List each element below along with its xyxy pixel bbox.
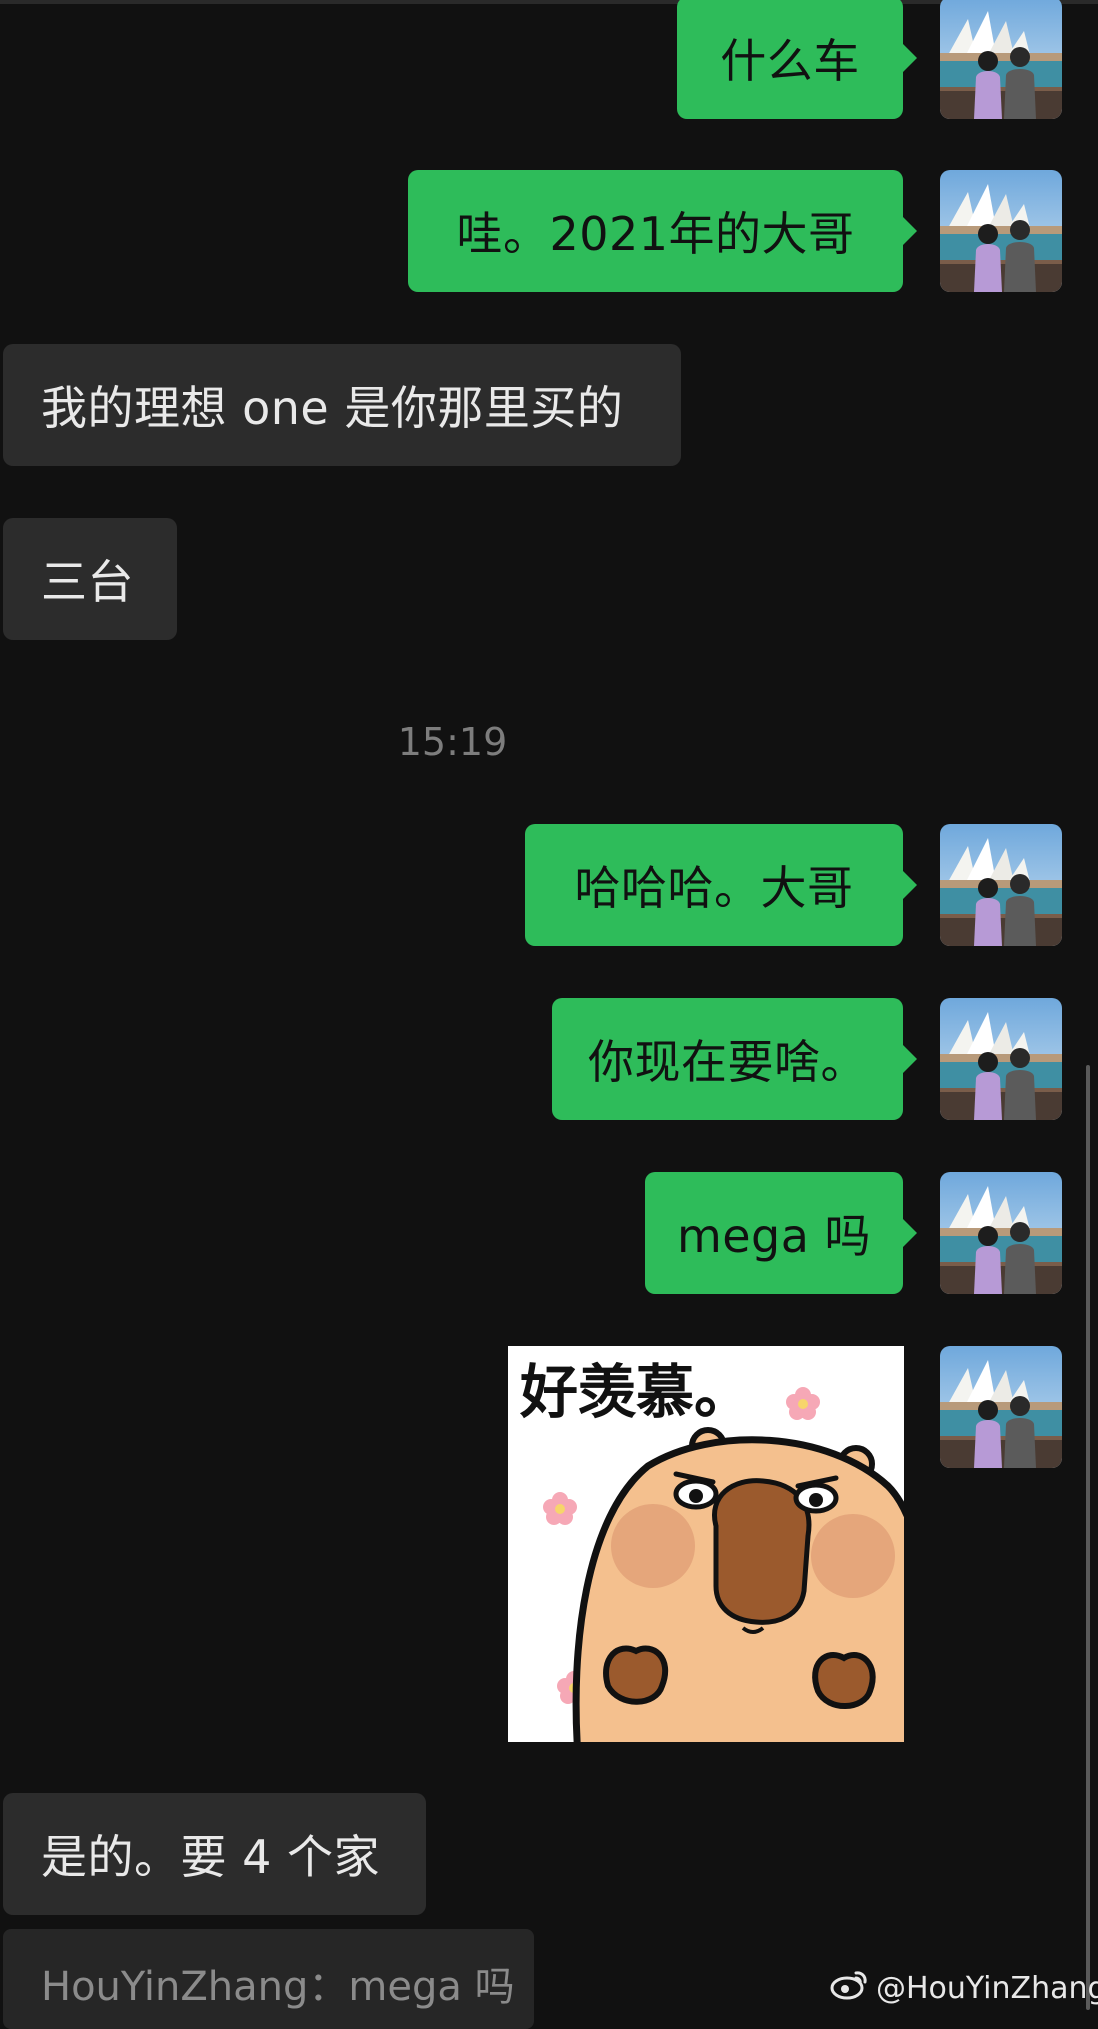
message-text: 是的。要 4 个家: [41, 1830, 381, 1884]
message-bubble-incoming[interactable]: 三台: [3, 518, 177, 640]
watermark: @HouYinZhang: [830, 1968, 1098, 2008]
sticker-caption: 好羡慕。: [519, 1358, 752, 1426]
message-text: 哇。2021年的大哥: [456, 207, 855, 261]
message-text: 三台: [41, 555, 134, 609]
top-divider: [0, 0, 1098, 4]
avatar[interactable]: [940, 0, 1062, 119]
message-text: mega 吗: [676, 1209, 872, 1263]
message-bubble-incoming[interactable]: 我的理想 one 是你那里买的: [3, 344, 681, 466]
message-text: 哈哈哈。大哥: [574, 861, 854, 915]
avatar[interactable]: [940, 1172, 1062, 1294]
avatar[interactable]: [940, 824, 1062, 946]
avatar[interactable]: [940, 998, 1062, 1120]
message-text: 你现在要啥。: [588, 1035, 867, 1089]
message-bubble-outgoing[interactable]: mega 吗: [645, 1172, 917, 1294]
message-text: 什么车: [720, 34, 860, 88]
message-timestamp: 15:19: [397, 720, 508, 764]
sticker-image[interactable]: 好羡慕。: [508, 1346, 904, 1742]
message-bubble-outgoing[interactable]: 哇。2021年的大哥: [408, 170, 917, 292]
quoted-reply-text: HouYinZhang：mega 吗: [41, 1964, 515, 2010]
message-bubble-incoming[interactable]: 是的。要 4 个家: [3, 1793, 426, 1915]
message-bubble-outgoing[interactable]: 哈哈哈。大哥: [525, 824, 917, 946]
weibo-icon: [830, 1968, 870, 2008]
scrollbar[interactable]: [1086, 1065, 1090, 2010]
avatar[interactable]: [940, 1346, 1062, 1468]
quoted-reply[interactable]: HouYinZhang：mega 吗: [3, 1929, 534, 2029]
message-bubble-outgoing[interactable]: 什么车: [677, 0, 917, 119]
watermark-text: @HouYinZhang: [876, 1970, 1098, 2006]
message-bubble-outgoing[interactable]: 你现在要啥。: [552, 998, 917, 1120]
message-text: 我的理想 one 是你那里买的: [41, 381, 624, 435]
avatar[interactable]: [940, 170, 1062, 292]
